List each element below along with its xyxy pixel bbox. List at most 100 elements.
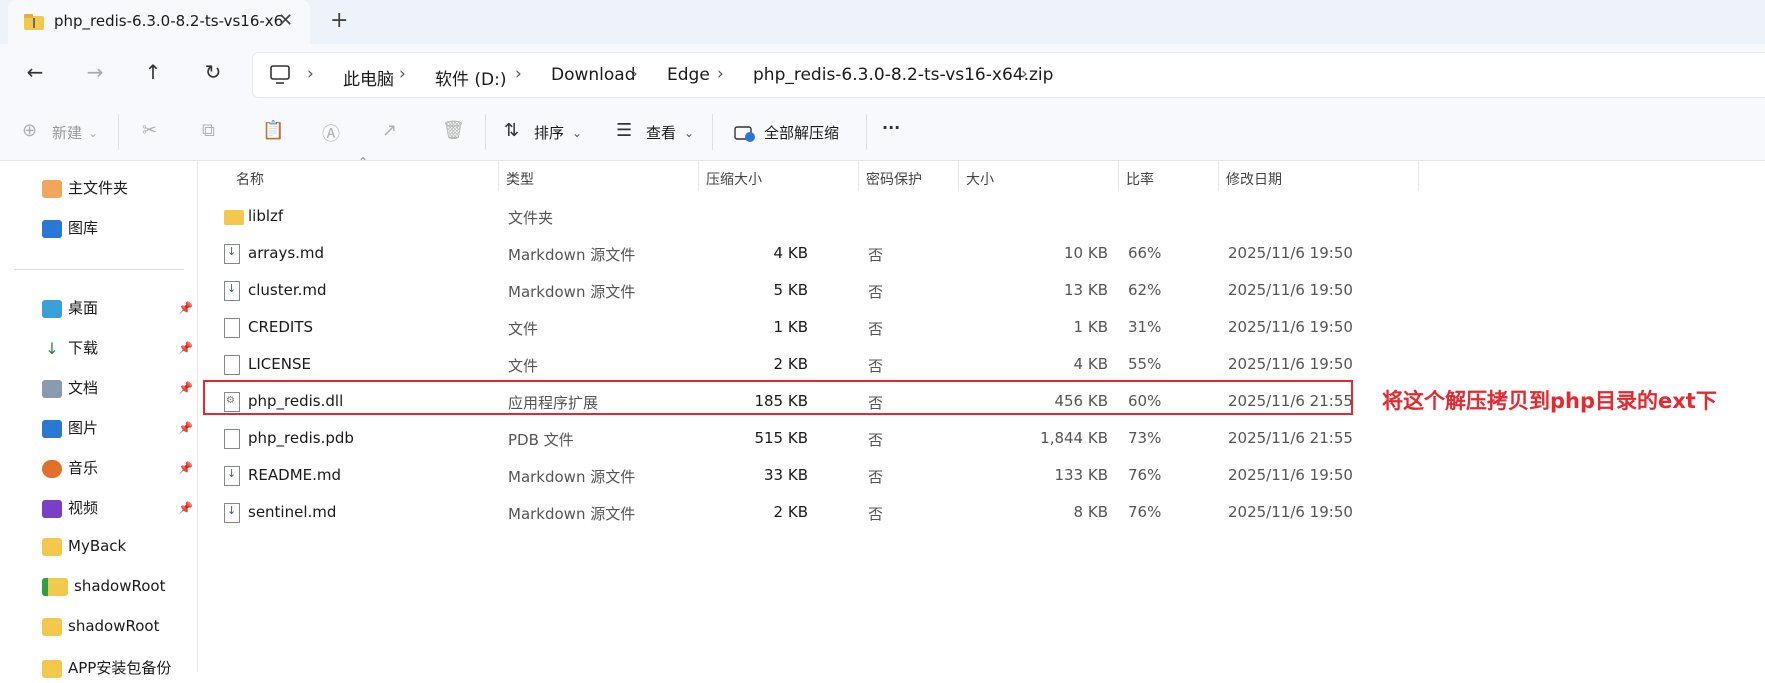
breadcrumb-chevron-icon[interactable]: › [1021,64,1028,84]
paste-icon[interactable]: 📋 [262,120,284,141]
pin-icon[interactable]: 📌 [178,341,193,355]
pin-icon[interactable]: 📌 [178,421,193,435]
file-size: 133 KB [1054,466,1108,484]
column-divider[interactable] [1418,161,1419,191]
file-modified: 2025/11/6 21:55 [1228,429,1353,447]
breadcrumb-drive[interactable]: 软件 (D:) [435,65,507,90]
share-icon[interactable]: ↗ [382,120,397,141]
file-row[interactable]: cluster.md Markdown 源文件 5 KB 否 13 KB 62% 2025/… [198,273,1558,309]
navigation-bar: ← → ↑ ↻ › 此电脑 › 软件 (D:) › Download › Edg… [0,44,1765,104]
file-packed-size: 5 KB [773,281,808,299]
column-divider[interactable] [958,161,959,191]
breadcrumb-download[interactable]: Download [551,65,636,85]
column-divider[interactable] [1118,161,1119,191]
breadcrumb-this-pc[interactable]: 此电脑 [343,65,394,90]
file-row[interactable]: sentinel.md Markdown 源文件 2 KB 否 8 KB 76% 2025/… [198,495,1558,531]
column-header-protected[interactable]: 密码保护 [866,169,922,189]
file-ratio: 31% [1128,318,1162,336]
file-ratio: 76% [1128,466,1162,484]
column-header-packed-size[interactable]: 压缩大小 [706,169,762,189]
breadcrumb-zip[interactable]: php_redis-6.3.0-8.2-ts-vs16-x64.zip [753,65,1053,85]
refresh-button[interactable]: ↻ [198,60,228,84]
file-size: 8 KB [1073,503,1108,521]
markdown-file-icon [224,281,240,301]
view-button[interactable]: 查看 [646,122,676,143]
rename-icon[interactable]: Ⓐ [322,120,340,146]
forward-button[interactable]: → [80,60,110,84]
pin-icon[interactable]: 📌 [178,501,193,515]
sidebar-item-myback[interactable]: MyBack [42,537,126,563]
desktop-icon [42,299,62,318]
tab-archive[interactable]: php_redis-6.3.0-8.2-ts-vs16-x6 ✕ [8,0,310,44]
pictures-icon [42,419,62,438]
chevron-down-icon: ⌄ [88,126,99,140]
sidebar-item-app-backup[interactable]: APP安装包备份 [42,657,171,683]
file-row[interactable]: README.md Markdown 源文件 33 KB 否 133 KB 76% 2025… [198,458,1558,494]
file-row[interactable]: CREDITS 文件 1 KB 否 1 KB 31% 2025/11/6 19:50 [198,310,1558,346]
file-protected: 否 [868,283,884,301]
pin-icon[interactable]: 📌 [178,301,193,315]
cut-icon[interactable]: ✂ [142,120,157,141]
sidebar-item-home[interactable]: 主文件夹 [42,177,128,203]
new-button[interactable]: 新建 [52,122,82,143]
column-header-type[interactable]: 类型 [506,169,534,189]
file-row[interactable]: LICENSE 文件 2 KB 否 4 KB 55% 2025/11/6 19:50 [198,347,1558,383]
pin-icon[interactable]: 📌 [178,381,193,395]
sidebar-item-desktop[interactable]: 桌面 [42,297,98,323]
gallery-icon [42,219,62,238]
file-row[interactable]: arrays.md Markdown 源文件 4 KB 否 10 KB 66% 2025/1… [198,236,1558,272]
sidebar-item-downloads[interactable]: ↓ 下载 [42,337,98,363]
sidebar-item-gallery[interactable]: 图库 [42,217,98,243]
sidebar-item-videos[interactable]: 视频 [42,497,98,523]
more-options-button[interactable]: ··· [882,118,900,137]
sidebar-divider [14,269,184,270]
breadcrumb-chevron-icon: › [717,64,724,84]
breadcrumb-edge[interactable]: Edge [667,65,710,85]
address-bar[interactable]: › 此电脑 › 软件 (D:) › Download › Edge › php_… [252,52,1765,98]
home-icon [42,179,62,198]
copy-icon[interactable]: ⧉ [202,120,215,141]
sidebar-item-shadowroot-2[interactable]: shadowRoot [42,617,159,643]
file-icon [224,318,240,338]
file-packed-size: 33 KB [764,466,808,484]
chevron-down-icon: ⌄ [572,126,583,140]
column-header-size[interactable]: 大小 [966,169,994,189]
file-name: README.md [248,466,342,484]
file-packed-size: 4 KB [773,244,808,262]
folder-icon [42,537,62,556]
folder-icon [224,210,244,225]
column-divider[interactable] [698,161,699,191]
sort-button[interactable]: 排序 [534,122,564,143]
close-tab-icon[interactable]: ✕ [278,10,293,31]
annotation-text: 将这个解压拷贝到php目录的ext下 [1382,389,1717,413]
sidebar-item-music[interactable]: 音乐 [42,457,98,483]
file-name: cluster.md [248,281,327,299]
file-row[interactable]: liblzf 文件夹 [198,199,1558,235]
delete-icon[interactable]: 🗑 [442,120,465,141]
file-name: sentinel.md [248,503,337,521]
column-divider[interactable] [498,161,499,191]
toolbar-divider [712,114,713,150]
sidebar-item-pictures[interactable]: 图片 [42,417,98,443]
extract-all-button[interactable]: 全部解压缩 [764,122,839,143]
column-divider[interactable] [1218,161,1219,191]
column-header-ratio[interactable]: 比率 [1126,169,1154,189]
column-header-name[interactable]: 名称 [236,169,264,189]
sidebar-item-documents[interactable]: 文档 [42,377,98,403]
markdown-file-icon [224,466,240,486]
file-row[interactable]: php_redis.pdb PDB 文件 515 KB 否 1,844 KB 73% 202… [198,421,1558,457]
sidebar-item-shadowroot[interactable]: shadowRoot [42,577,165,603]
extract-folder-icon [734,126,755,142]
pin-icon[interactable]: 📌 [178,461,193,475]
back-button[interactable]: ← [20,60,50,84]
file-type: Markdown 源文件 [508,505,636,523]
title-bar: php_redis-6.3.0-8.2-ts-vs16-x6 ✕ + [0,0,1765,44]
column-header-modified[interactable]: 修改日期 [1226,169,1282,189]
file-type: PDB 文件 [508,431,574,449]
up-button[interactable]: ↑ [138,60,168,84]
column-divider[interactable] [858,161,859,191]
file-name: liblzf [248,207,284,225]
new-tab-button[interactable]: + [330,8,348,33]
sidebar-item-label: 桌面 [68,299,99,317]
file-size: 4 KB [1073,355,1108,373]
